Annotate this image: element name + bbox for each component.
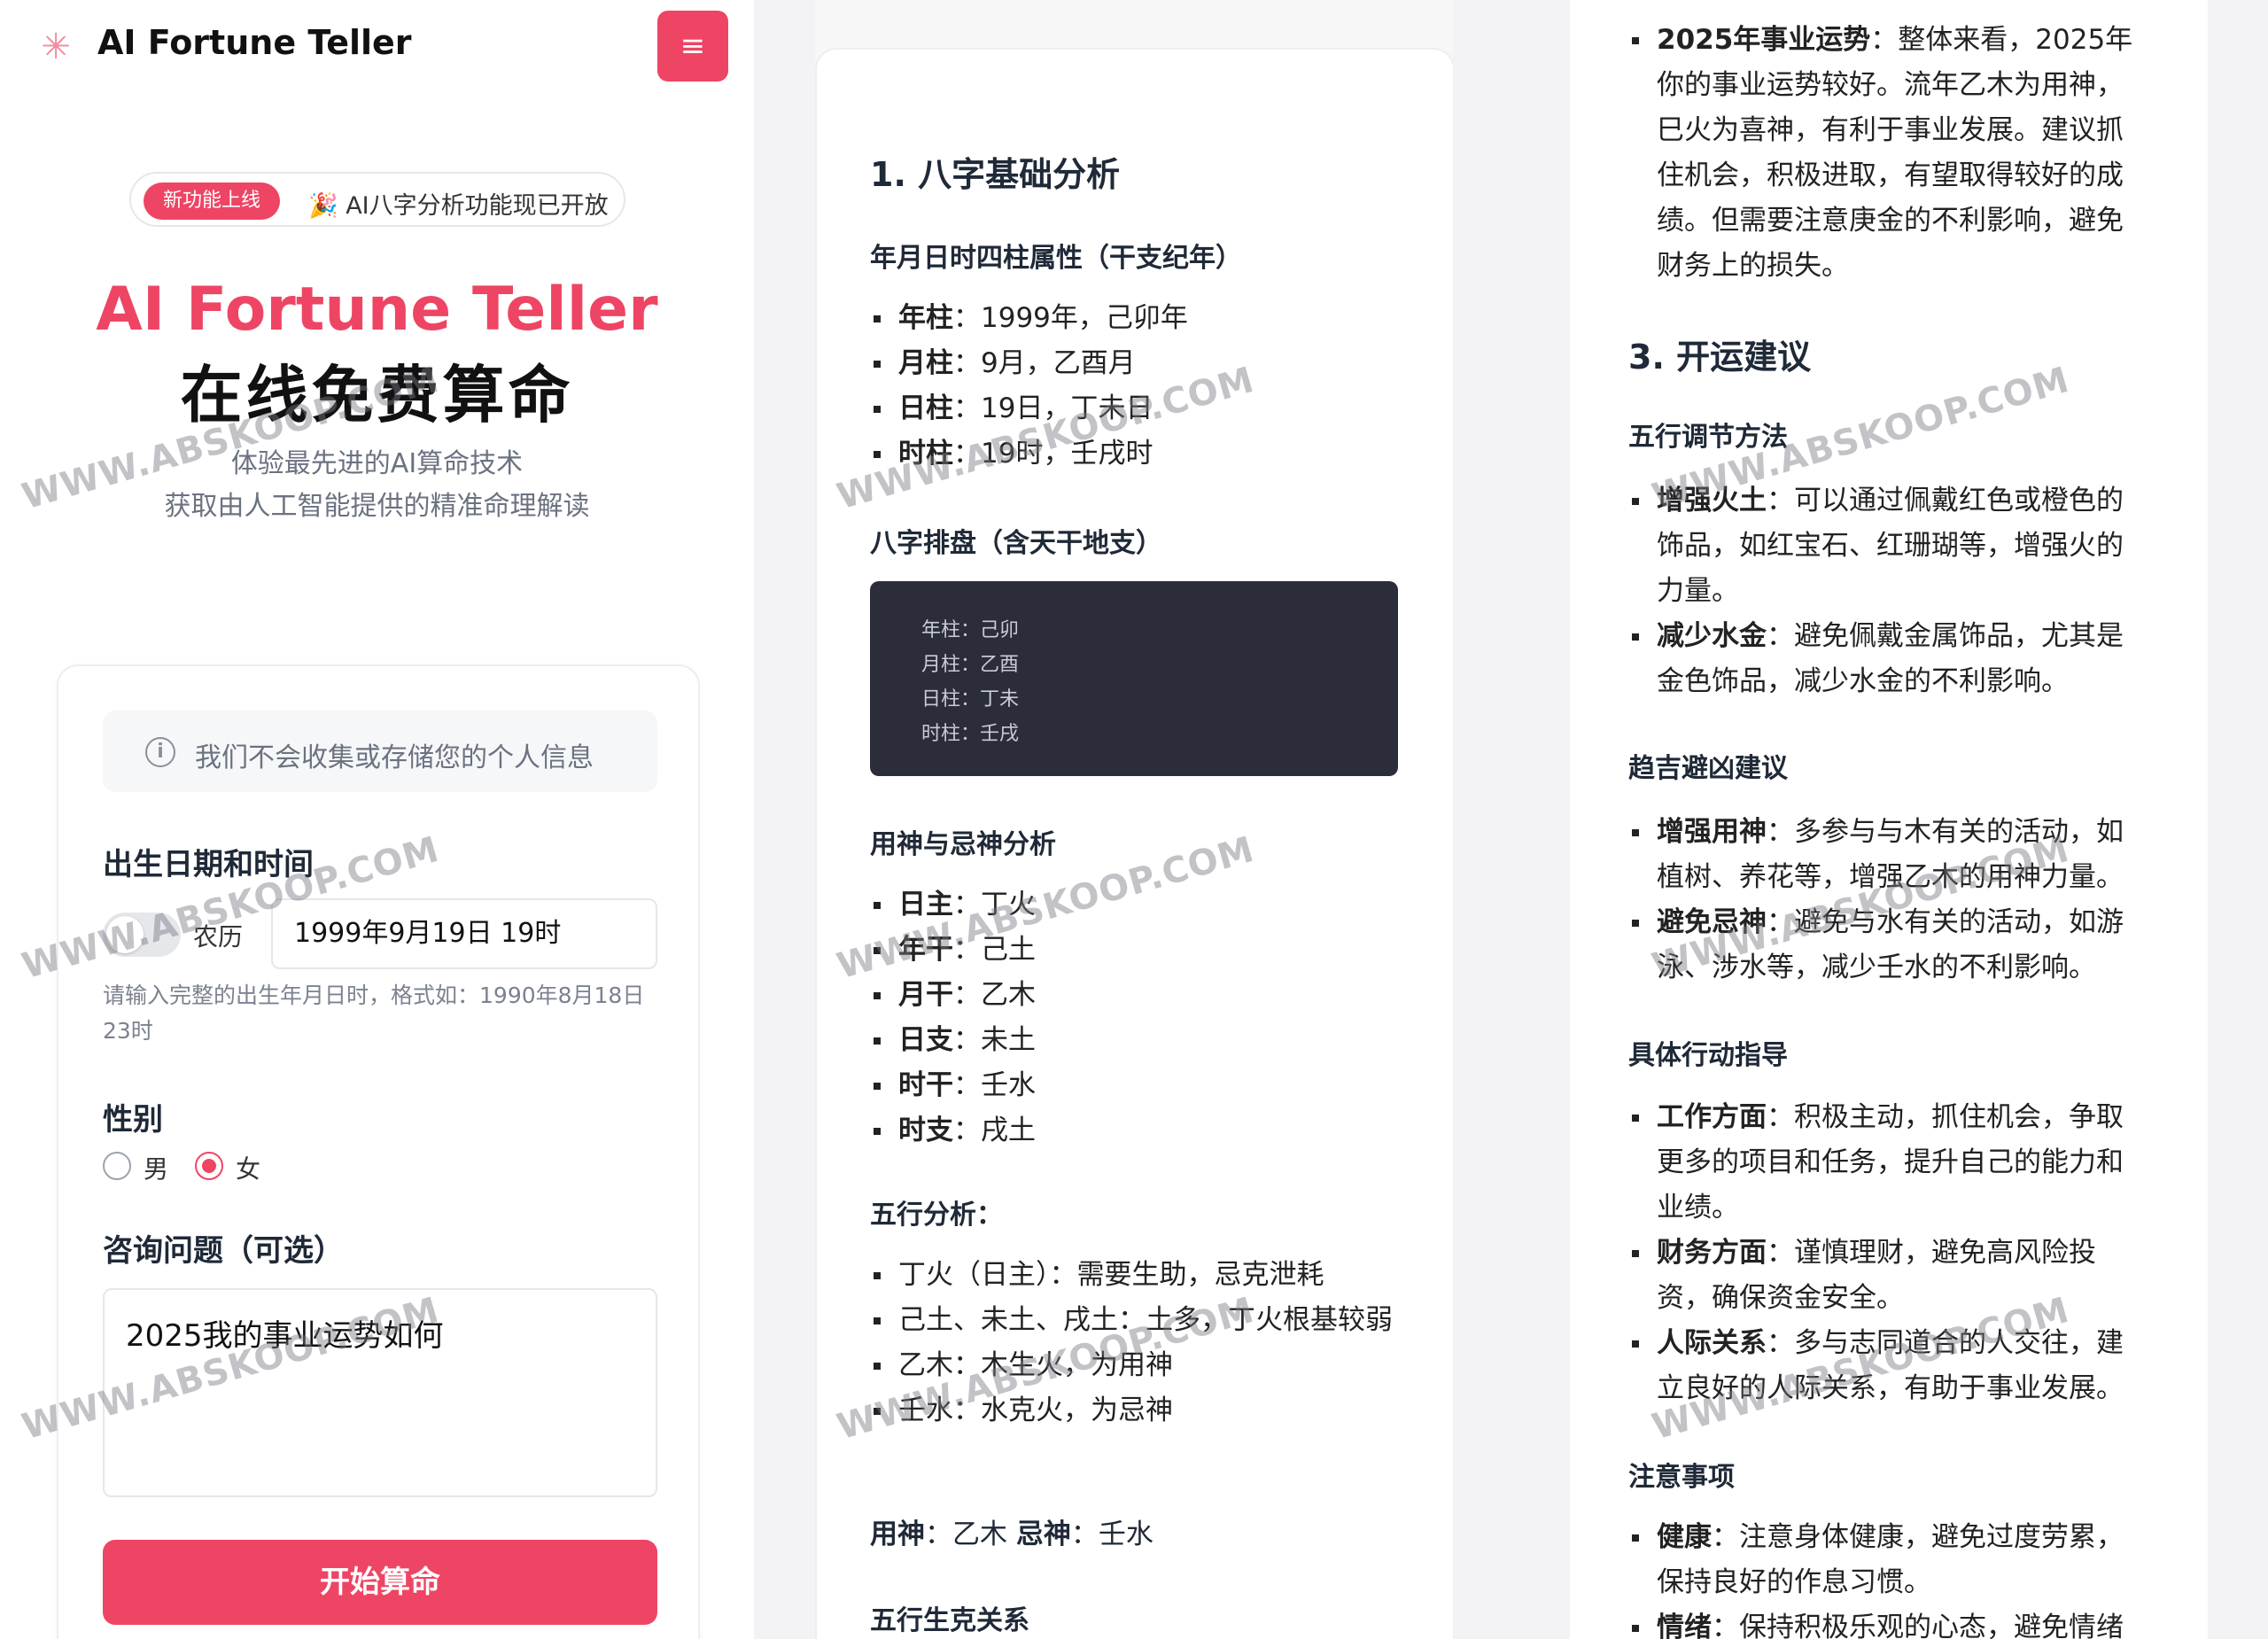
result-panel-right: 2025年事业运势：整体来看，2025年你的事业运势较好。流年乙木为用神，巳火为… [1570, 0, 2208, 1639]
gender-male-radio[interactable] [103, 1152, 131, 1180]
gender-label: 性别 [103, 1102, 163, 1138]
list-item: 避免忌神：避免与水有关的活动，如游泳、涉水等，减少壬水的不利影响。 [1628, 900, 2142, 990]
birth-label: 出生日期和时间 [103, 847, 314, 882]
privacy-notice: i 我们不会收集或存储您的个人信息 [103, 711, 657, 792]
career-list: 2025年事业运势：整体来看，2025年你的事业运势较好。流年乙木为用神，巳火为… [1628, 18, 2142, 289]
notes-list: 健康：注意身体健康，避免过度劳累，保持良好的作息习惯。 情绪：保持积极乐观的心态… [1628, 1515, 2142, 1639]
yongshen-summary: 用神：乙木 忌神：壬水 [870, 1519, 1153, 1550]
section-1-title: 1. 八字基础分析 [870, 155, 1121, 194]
list-item: 时支：戌土 [870, 1108, 1419, 1154]
hero-subtitle-line1: 体验最先进的AI算命技术 [230, 448, 524, 479]
luck-list: 增强用神：多参与与木有关的活动，如植树、养花等，增强乙木的用神力量。 避免忌神：… [1628, 810, 2142, 990]
gender-male-label: 男 [144, 1154, 169, 1184]
list-item: 情绪：保持积极乐观的心态，避免情绪 [1628, 1605, 2142, 1639]
yongshen-title: 用神与忌神分析 [870, 829, 1056, 860]
privacy-text: 我们不会收集或存储您的个人信息 [195, 742, 594, 773]
list-item: 壬水：水克火，为忌神 [870, 1388, 1419, 1433]
list-item: 工作方面：积极主动，抓住机会，争取更多的项目和任务，提升自己的能力和业绩。 [1628, 1095, 2142, 1231]
birth-hint: 请输入完整的出生年月日时，格式如：1990年8月18日 23时 [103, 983, 645, 1044]
luck-title: 趋吉避凶建议 [1628, 753, 1788, 784]
gender-female-radio[interactable] [195, 1152, 223, 1180]
pillars-list: 年柱：1999年，己卯年 月柱：9月，乙酉月 日柱：19日，丁未日 时柱：19时… [870, 296, 1419, 477]
list-item: 财务方面：谨慎理财，避免高风险投资，确保资金安全。 [1628, 1231, 2142, 1321]
code-line: 日柱：丁未 [921, 688, 1020, 711]
code-line: 年柱：己卯 [921, 619, 1020, 641]
adjust-list: 增强火土：可以通过佩戴红色或橙色的饰品，如红宝石、红珊瑚等，增强火的力量。 减少… [1628, 478, 2142, 704]
start-fortune-button[interactable]: 开始算命 [103, 1540, 657, 1625]
wuxing-title: 五行分析： [870, 1200, 1003, 1231]
action-list: 工作方面：积极主动，抓住机会，争取更多的项目和任务，提升自己的能力和业绩。 财务… [1628, 1095, 2142, 1411]
paipan-code-block: 年柱：己卯 月柱：乙酉 日柱：丁未 时柱：壬戌 [870, 581, 1398, 776]
list-item: 2025年事业运势：整体来看，2025年你的事业运势较好。流年乙木为用神，巳火为… [1628, 18, 2142, 289]
hero-title-en: AI Fortune Teller [96, 275, 658, 345]
list-item: 月干：乙木 [870, 973, 1419, 1018]
question-label: 咨询问题（可选） [103, 1233, 344, 1269]
question-textarea[interactable]: 2025我的事业运势如何 [103, 1288, 657, 1497]
result-panel-left: 1. 八字基础分析 年月日时四柱属性（干支纪年） 年柱：1999年，己卯年 月柱… [815, 0, 1453, 1639]
notes-title: 注意事项 [1628, 1462, 1735, 1493]
code-line: 时柱：壬戌 [921, 723, 1020, 745]
pillars-title: 年月日时四柱属性（干支纪年） [870, 243, 1242, 274]
wuxing-list: 丁火（日主）：需要生助，忌克泄耗 己土、未土、戌土：土多，丁火根基较弱 乙木：木… [870, 1253, 1419, 1433]
list-item: 丁火（日主）：需要生助，忌克泄耗 [870, 1253, 1419, 1298]
toggle-knob [106, 916, 144, 953]
lunar-toggle[interactable] [103, 913, 181, 957]
list-item: 健康：注意身体健康，避免过度劳累，保持良好的作息习惯。 [1628, 1515, 2142, 1605]
list-item: 增强火土：可以通过佩戴红色或橙色的饰品，如红宝石、红珊瑚等，增强火的力量。 [1628, 478, 2142, 614]
list-item: 时柱：19时，壬戌时 [870, 431, 1419, 477]
shengke-title: 五行生克关系 [870, 1605, 1029, 1636]
list-item: 时干：壬水 [870, 1063, 1419, 1108]
result-card: 1. 八字基础分析 年月日时四柱属性（干支纪年） 年柱：1999年，己卯年 月柱… [815, 48, 1453, 1639]
birth-datetime-input[interactable]: 1999年9月19日 19时 [271, 898, 657, 969]
adjust-title: 五行调节方法 [1628, 422, 1788, 453]
brand-title: AI Fortune Teller [97, 23, 412, 62]
list-item: 月柱：9月，乙酉月 [870, 341, 1419, 386]
list-item: 年干：己土 [870, 928, 1419, 973]
new-feature-badge: 新功能上线 [144, 183, 281, 220]
list-item: 减少水金：避免佩戴金属饰品，尤其是金色饰品，减少水金的不利影响。 [1628, 614, 2142, 704]
announcement-text: 🎉 AI八字分析功能现已开放 [308, 192, 609, 220]
list-item: 乙木：木生火，为用神 [870, 1343, 1419, 1388]
stems-list: 日主：丁火 年干：己土 月干：乙木 日支：未土 时干：壬水 时支：戌土 [870, 882, 1419, 1154]
hero-subtitle: 体验最先进的AI算命技术 获取由人工智能提供的精准命理解读 [0, 443, 754, 528]
info-icon: i [145, 737, 175, 767]
section-3-title: 3. 开运建议 [1628, 338, 1812, 377]
list-item: 己土、未土、戌土：土多，丁火根基较弱 [870, 1298, 1419, 1343]
form-panel: ✳ AI Fortune Teller ≡ 新功能上线 🎉 AI八字分析功能现已… [0, 0, 754, 1639]
list-item: 日支：未土 [870, 1018, 1419, 1063]
menu-button[interactable]: ≡ [657, 11, 728, 82]
fortune-form: i 我们不会收集或存储您的个人信息 出生日期和时间 农历 1999年9月19日 … [57, 664, 700, 1639]
hero-subtitle-line2: 获取由人工智能提供的精准命理解读 [164, 491, 590, 522]
list-item: 人际关系：多与志同道合的人交往，建立良好的人际关系，有助于事业发展。 [1628, 1321, 2142, 1411]
list-item: 日主：丁火 [870, 882, 1419, 928]
announcement-pill[interactable]: 新功能上线 🎉 AI八字分析功能现已开放 [129, 172, 625, 227]
list-item: 年柱：1999年，己卯年 [870, 296, 1419, 341]
list-item: 日柱：19日，丁未日 [870, 386, 1419, 431]
lunar-label: 农历 [193, 922, 244, 952]
action-title: 具体行动指导 [1628, 1040, 1788, 1071]
paipan-title: 八字排盘（含天干地支） [870, 528, 1162, 559]
hero-title-cn: 在线免费算命 [180, 359, 574, 431]
list-item: 增强用神：多参与与木有关的活动，如植树、养花等，增强乙木的用神力量。 [1628, 810, 2142, 900]
logo-icon: ✳ [41, 27, 71, 67]
code-line: 月柱：乙酉 [921, 654, 1020, 676]
gender-female-label: 女 [236, 1154, 261, 1184]
